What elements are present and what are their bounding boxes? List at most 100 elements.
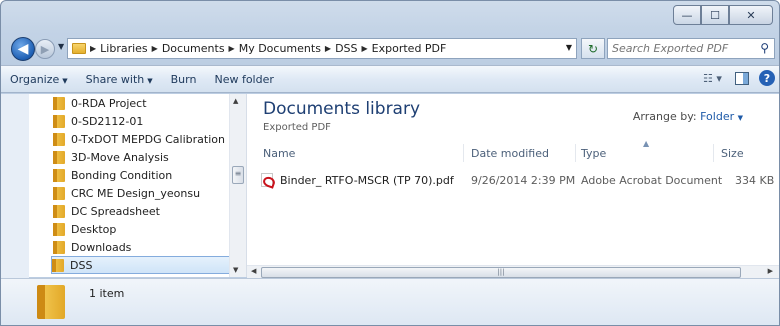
tree-item-dss[interactable]: DSS [51, 256, 237, 274]
change-view-icon[interactable]: ☷ ▾ [703, 70, 725, 86]
back-button[interactable]: ◀ [11, 37, 35, 61]
file-list-pane: Documents library Exported PDF Arrange b… [247, 94, 779, 277]
forward-button[interactable]: ▶ [35, 39, 55, 59]
breadcrumb-dss[interactable]: DSS [335, 42, 357, 55]
tree-item-label: Desktop [71, 222, 117, 236]
folder-icon [37, 285, 65, 319]
share-with-label: Share with [85, 72, 145, 86]
chevron-down-icon: ▼ [147, 76, 153, 85]
column-header-date-modified[interactable]: Date modified [471, 147, 549, 160]
file-date-modified: 9/26/2014 2:39 PM [471, 173, 576, 187]
minimize-button[interactable]: — [673, 5, 701, 25]
navigation-pane: 0-RDA Project 0-SD2112-01 0-TxDOT MEPDG … [29, 94, 247, 277]
chevron-right-icon[interactable]: ▶ [362, 44, 368, 53]
file-name[interactable]: Binder_ RTFO-MSCR (TP 70).pdf [280, 174, 454, 187]
tree-item-3d-move-analysis[interactable]: 3D-Move Analysis [53, 148, 169, 166]
scroll-left-icon[interactable]: ◀ [251, 267, 256, 275]
tree-item-bonding-condition[interactable]: Bonding Condition [53, 166, 172, 184]
tree-item-desktop[interactable]: Desktop [53, 220, 116, 238]
explorer-window: — ☐ ✕ ◀ ▶ ▼ ▶ Libraries ▶ Documents ▶ My… [0, 0, 780, 326]
tree-item-label: Downloads [71, 240, 132, 254]
address-dropdown-icon[interactable]: ▼ [566, 43, 572, 52]
navigation-pane-gutter [1, 94, 29, 278]
arrange-by-value[interactable]: Folder [700, 110, 734, 123]
caption-buttons: — ☐ ✕ [673, 5, 773, 27]
folder-icon [53, 96, 65, 110]
chevron-right-icon[interactable]: ▶ [325, 44, 331, 53]
refresh-button[interactable]: ↻ [581, 38, 605, 59]
navigation-vertical-scrollbar[interactable]: ▲ ≡ ▼ [229, 94, 246, 277]
share-with-menu[interactable]: Share with ▼ [77, 73, 162, 86]
maximize-button[interactable]: ☐ [701, 5, 729, 25]
tree-item-label: CRC ME Design_yeonsu [71, 186, 201, 200]
chevron-down-icon[interactable]: ▼ [738, 114, 743, 122]
details-pane: 1 item [1, 278, 779, 325]
tree-item-0-sd2112-01[interactable]: 0-SD2112-01 [53, 112, 143, 130]
recent-pages-dropdown-icon[interactable]: ▼ [58, 42, 64, 51]
tree-item-downloads[interactable]: Downloads [53, 238, 131, 256]
folder-icon [53, 186, 65, 200]
arrange-by-label: Arrange by: [632, 110, 697, 123]
column-header-name[interactable]: Name [263, 147, 295, 160]
column-divider[interactable] [463, 144, 464, 162]
address-bar[interactable]: ▶ Libraries ▶ Documents ▶ My Documents ▶… [67, 38, 577, 59]
refresh-icon: ↻ [587, 41, 599, 56]
column-divider[interactable] [575, 144, 576, 162]
file-list-horizontal-scrollbar[interactable]: ◀ ||| ▶ [247, 265, 779, 279]
chevron-down-icon: ▼ [62, 76, 68, 85]
chevron-right-icon[interactable]: ▶ [229, 44, 235, 53]
tree-item-label: 0-RDA Project [71, 96, 147, 110]
breadcrumb-documents[interactable]: Documents [162, 42, 225, 55]
tree-item-dc-spreadsheet[interactable]: DC Spreadsheet [53, 202, 160, 220]
folder-icon [53, 168, 65, 182]
search-box[interactable]: ⚲ [607, 38, 775, 59]
folder-icon [72, 43, 86, 54]
organize-menu[interactable]: Organize ▼ [1, 73, 77, 86]
file-size: 334 KB [735, 173, 775, 187]
tree-item-crc-me-design-yeonsu[interactable]: CRC ME Design_yeonsu [53, 184, 200, 202]
scrollbar-thumb[interactable]: ||| [261, 267, 741, 278]
view-controls: ☷ ▾ ? [703, 70, 775, 86]
folder-icon [52, 258, 64, 272]
tree-item-label: DSS [70, 258, 93, 272]
scroll-down-icon[interactable]: ▼ [233, 266, 238, 274]
folder-icon [53, 132, 65, 146]
column-header-size[interactable]: Size [721, 147, 744, 160]
chevron-right-icon[interactable]: ▶ [152, 44, 158, 53]
new-folder-button[interactable]: New folder [205, 73, 282, 86]
search-icon[interactable]: ⚲ [760, 41, 769, 55]
tree-item-label: DC Spreadsheet [71, 204, 160, 218]
pdf-icon [261, 173, 273, 187]
breadcrumb-libraries[interactable]: Libraries [100, 42, 148, 55]
scroll-right-icon[interactable]: ▶ [768, 267, 773, 275]
folder-icon [53, 114, 65, 128]
tree-item-0-txdot-mepdg-calibration[interactable]: 0-TxDOT MEPDG Calibration [53, 130, 225, 148]
item-count: 1 item [89, 287, 125, 300]
chevron-right-icon[interactable]: ▶ [90, 44, 96, 53]
column-divider[interactable] [713, 144, 714, 162]
burn-button[interactable]: Burn [162, 73, 206, 86]
scroll-up-icon[interactable]: ▲ [233, 97, 238, 105]
close-button[interactable]: ✕ [729, 5, 773, 25]
preview-pane-icon[interactable] [735, 71, 749, 85]
command-bar: Organize ▼ Share with ▼ Burn New folder ☷ … [1, 65, 779, 93]
navigation-bar: ◀ ▶ ▼ ▶ Libraries ▶ Documents ▶ My Docum… [1, 35, 779, 61]
sort-ascending-icon: ▲ [643, 139, 650, 148]
folder-icon [53, 150, 65, 164]
folder-icon [53, 240, 65, 254]
tree-item-0-rda-project[interactable]: 0-RDA Project [53, 94, 147, 112]
breadcrumb-my-documents[interactable]: My Documents [239, 42, 321, 55]
arrange-by-control[interactable]: Arrange by: Folder ▼ [633, 110, 743, 123]
tree-item-label: Bonding Condition [71, 168, 173, 182]
file-row[interactable]: Binder_ RTFO-MSCR (TP 70).pdf 9/26/2014 … [261, 171, 779, 189]
breadcrumb-exported-pdf[interactable]: Exported PDF [372, 42, 447, 55]
tree-item-label: 3D-Move Analysis [71, 150, 169, 164]
search-input[interactable] [612, 42, 752, 55]
file-type: Adobe Acrobat Document [581, 173, 723, 187]
scrollbar-thumb[interactable]: ≡ [232, 166, 244, 184]
folder-icon [53, 222, 65, 236]
column-header-type[interactable]: Type [581, 147, 606, 160]
help-icon[interactable]: ? [759, 70, 775, 86]
library-subtitle: Exported PDF [263, 122, 331, 133]
folder-icon [53, 204, 65, 218]
